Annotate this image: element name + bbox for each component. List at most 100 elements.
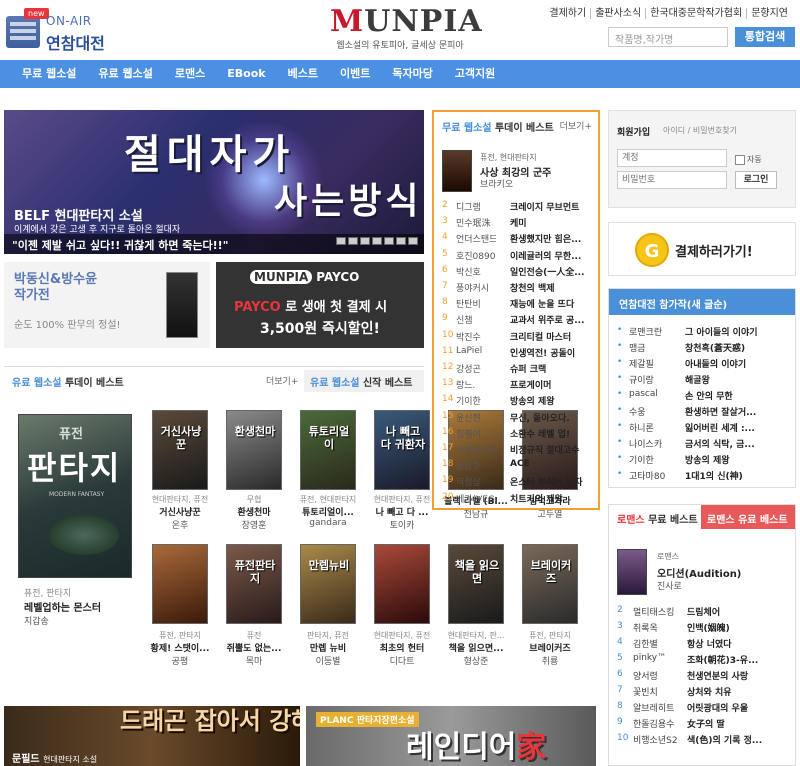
more-link[interactable]: 더보기+ [560, 119, 592, 132]
bottom-banner-reindeer[interactable]: PLANC 판타지장편소설 레인디어家 [306, 706, 596, 766]
list-item[interactable]: 12 강성곤 슈퍼 크랙 [442, 362, 598, 378]
list-item[interactable]: • 고타마80 1대1의 신(神) [617, 469, 793, 484]
payco-banner[interactable]: MUNPIA PAYCO PAYCO 로 생애 첫 결제 시 3,500원 즉시할… [216, 262, 424, 348]
author-banner[interactable]: 박동신&방수윤 작가전 순도 100% 판무의 정설! [4, 262, 210, 348]
list-title[interactable]: 상처와 치유 [687, 685, 791, 698]
list-item[interactable]: 20베가(VEGA)치트키의 제왕 [442, 492, 598, 508]
id-input[interactable] [617, 149, 727, 167]
list-title[interactable]: 재능에 눈을 뜨다 [510, 297, 602, 310]
list-title[interactable]: 1대1의 신(神) [685, 469, 793, 482]
pager-dot[interactable] [408, 237, 418, 245]
book-cover[interactable] [617, 549, 647, 595]
tab-paid-today-best[interactable]: 유료 웹소설 투데이 베스트 [12, 374, 124, 389]
list-item[interactable]: 8 알브레히트 어릿광대의 우울 [617, 701, 793, 717]
list-item[interactable]: • 제갈필 아내들의 이야기 [617, 357, 793, 372]
list-title[interactable]: 방송의 제왕 [685, 453, 793, 466]
book-cover[interactable]: 나 빼고 다 귀환자 [374, 410, 430, 490]
payment-banner[interactable]: G 결제하러가기! [608, 222, 796, 276]
list-title[interactable]: 금서의 식탁, 금... [685, 437, 793, 450]
book-title[interactable]: 브레이커즈 [513, 641, 587, 654]
list-title[interactable]: 창천의 백제 [510, 281, 602, 294]
list-item[interactable]: 5 pinky™ 조화(朝花)3-유... [617, 653, 793, 669]
pager-dot[interactable] [360, 237, 370, 245]
list-item[interactable]: 3 민수珉洙 케미 [442, 216, 598, 232]
nav-reader[interactable]: 독자마당 [381, 60, 443, 88]
pager-dot[interactable] [396, 237, 406, 245]
list-title[interactable]: 해골왕 [685, 373, 793, 386]
list-title[interactable]: 치트키의 제왕 [510, 492, 602, 505]
book-cover[interactable] [374, 544, 430, 624]
list-title[interactable]: ACE [510, 459, 602, 469]
list-item[interactable]: 16 힘펠이 소환수 레벨 업! [442, 427, 598, 443]
munpia-logo[interactable]: MUNPIA 웹소설의 유토피아, 글세상 문피아 [330, 6, 482, 52]
list-title[interactable]: 손 안의 무한 [685, 389, 793, 402]
book-cover[interactable]: 만렙뉴비 [300, 544, 356, 624]
list-item[interactable]: 7 풍야커시 창천의 백제 [442, 281, 598, 297]
book-title[interactable]: 튜토리얼이... [291, 505, 365, 518]
pager-dot[interactable] [372, 237, 382, 245]
login-button[interactable]: 로그인 [735, 171, 777, 189]
feature-cover[interactable]: 퓨전 판타지 MODERN FANTASY [18, 414, 132, 578]
nav-event[interactable]: 이벤트 [329, 60, 381, 88]
search-button[interactable]: 통합검색 [735, 27, 795, 47]
list-title[interactable]: 크리티컬 마스터 [510, 330, 602, 343]
list-item[interactable]: • 나이스카 금서의 식탁, 금... [617, 437, 793, 452]
find-account-link[interactable]: 아이디 / 비밀번호찾기 [663, 125, 737, 136]
list-title[interactable]: 잃어버린 세계 :... [685, 421, 793, 434]
pager-dot[interactable] [384, 237, 394, 245]
list-item[interactable]: 4 언더스탠드 환생했지만 힘은... [442, 232, 598, 248]
list-title[interactable]: 이레귤러의 무한... [510, 249, 602, 262]
list-title[interactable]: 방송의 제왕 [510, 394, 602, 407]
signup-link[interactable]: 회원가입 [617, 125, 650, 138]
list-title[interactable]: 조화(朝花)3-유... [687, 653, 791, 666]
list-item[interactable]: • 규이랑 해골왕 [617, 373, 793, 388]
book-cover[interactable]: 거신사냥꾼 [152, 410, 208, 490]
book-title[interactable]: 만렙 뉴비 [291, 641, 365, 654]
nav-ebook[interactable]: EBook [216, 60, 276, 88]
list-item[interactable]: 9 신챔 교과서 위주로 공... [442, 313, 598, 329]
list-title[interactable]: 인백(姻魄) [687, 621, 791, 634]
list-title[interactable]: 女子의 딸 [687, 717, 791, 730]
book-title[interactable]: 거신사냥꾼 [143, 505, 217, 518]
list-title[interactable]: 프로게이머 [510, 378, 602, 391]
search-input[interactable]: 작품명,작가명 [608, 27, 728, 47]
list-title[interactable]: 슈퍼 크랙 [510, 362, 602, 375]
book-title[interactable]: 책을 읽으면... [439, 641, 513, 654]
list-item[interactable]: 10 비행소년S2 색(色)의 기록 정... [617, 733, 793, 749]
book-title[interactable]: 환생천마 [217, 505, 291, 518]
list-item[interactable]: 13 랑느. 프로게이머 [442, 378, 598, 394]
list-item[interactable]: 5 호진0890 이레귤러의 무한... [442, 249, 598, 265]
list-title[interactable]: 색(色)의 기록 정... [687, 733, 791, 746]
list-item[interactable]: 11 LaPiel 인생역전! 공돌이 [442, 346, 598, 362]
list-title[interactable]: 크레이지 무브먼트 [510, 200, 602, 213]
top-link-munhyang[interactable]: 문향지연 [746, 8, 792, 19]
list-title[interactable]: 아내들의 이야기 [685, 357, 793, 370]
nav-support[interactable]: 고객지원 [444, 60, 506, 88]
list-title[interactable]: 무신, 돌아오다. [510, 411, 602, 424]
list-title[interactable]: 어릿광대의 우울 [687, 701, 791, 714]
banner-pager[interactable] [334, 237, 418, 248]
book-title[interactable]: 오디션(Audition) [657, 565, 741, 580]
list-title[interactable]: 환생했지만 힘은... [510, 232, 602, 245]
list-title[interactable]: 케미 [510, 216, 602, 229]
book-cover[interactable]: 브레이커즈 [522, 544, 578, 624]
book-title[interactable]: 최초의 헌터 [365, 641, 439, 654]
list-title[interactable]: 소환수 레벨 업! [510, 427, 602, 440]
list-title[interactable]: 환생하면 잘살거... [685, 405, 793, 418]
list-title[interactable]: 온스터 부리는 남자 [510, 475, 602, 488]
book-cover[interactable]: 퓨전판타지 [226, 544, 282, 624]
book-cover[interactable]: 책을 읽으면 [448, 544, 504, 624]
list-item[interactable]: 14 기이한 방송의 제왕 [442, 394, 598, 410]
nav-best[interactable]: 베스트 [277, 60, 329, 88]
book-cover[interactable] [442, 150, 472, 192]
book-cover[interactable] [152, 544, 208, 624]
list-item[interactable]: • pascal 손 안의 무한 [617, 389, 793, 404]
book-cover[interactable]: 튜토리얼이 [300, 410, 356, 490]
book-title[interactable]: 레벨업하는 몬스터 [24, 599, 134, 614]
tab-romance-free[interactable]: 로맨스 무료 베스트 [609, 505, 701, 529]
list-item[interactable]: 2 멀티태스킹 드림체어 [617, 605, 793, 621]
list-item[interactable]: 17 하늘땅사이 비정규직 절대고수 [442, 443, 598, 459]
list-title[interactable]: 교과서 위주로 공... [510, 313, 602, 326]
list-item[interactable]: 9 한돌김용수 女子의 딸 [617, 717, 793, 733]
pager-dot[interactable] [348, 237, 358, 245]
